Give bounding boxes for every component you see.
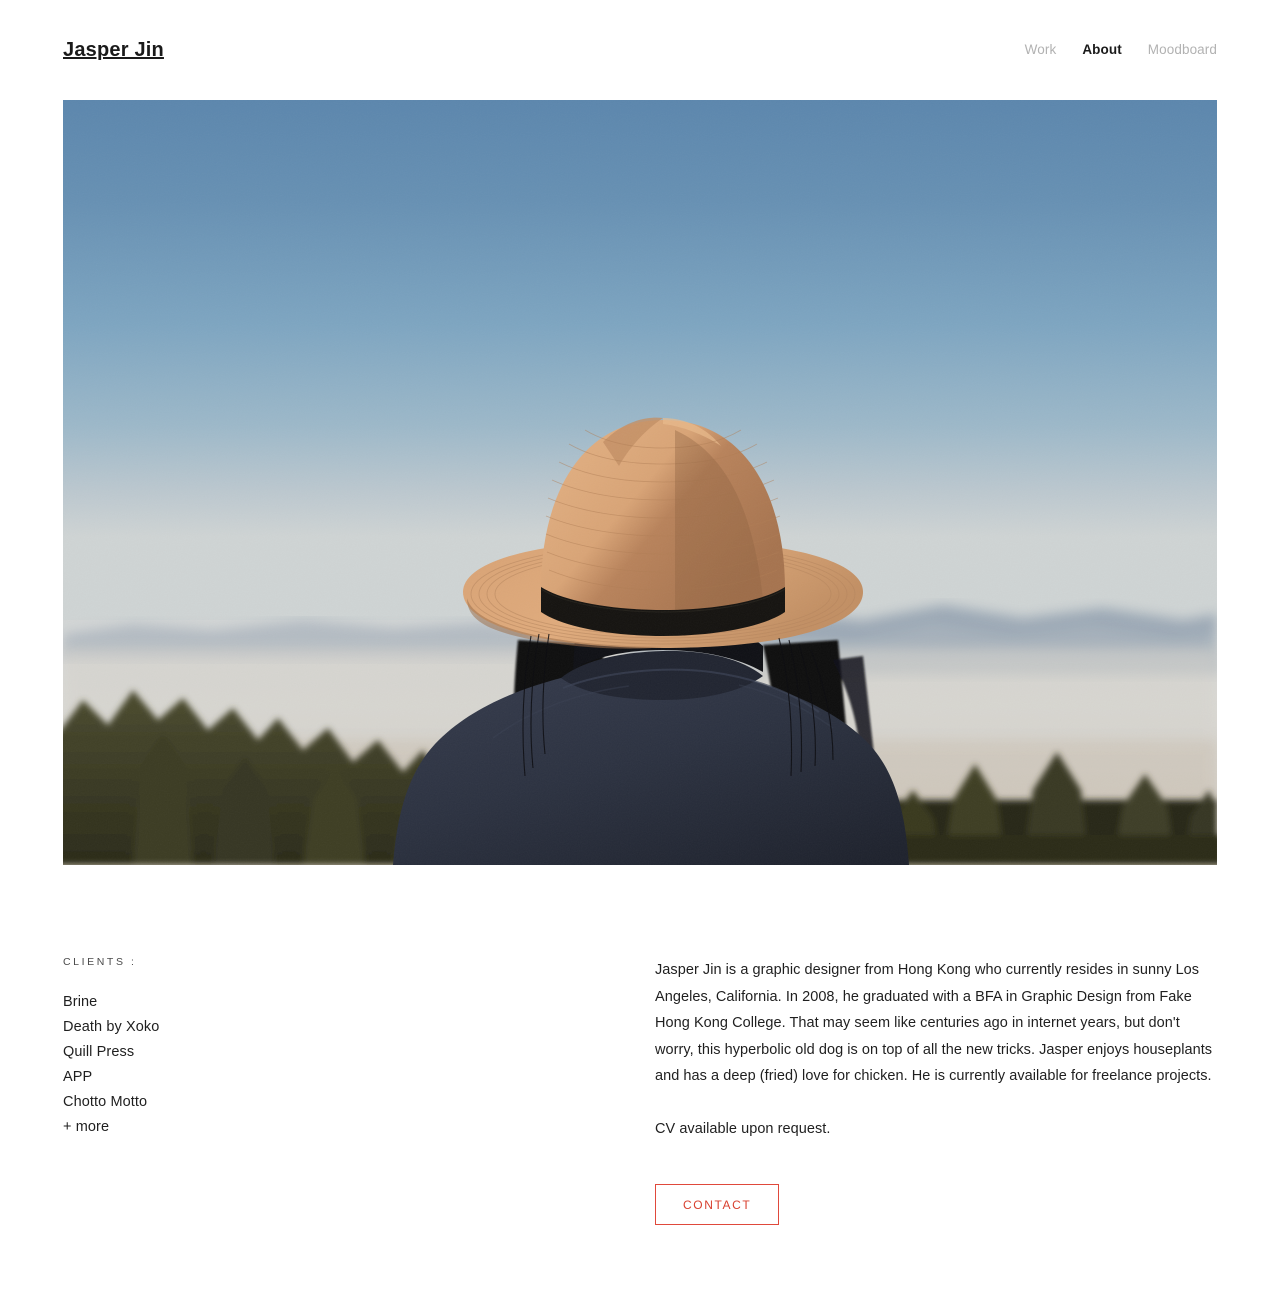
- site-logo[interactable]: Jasper Jin: [63, 40, 164, 60]
- client-item-chotto-motto: Chotto Motto: [63, 1093, 148, 1110]
- site-header: Jasper Jin Work About Moodboard: [0, 0, 1280, 100]
- hero-image: [63, 100, 1217, 865]
- bio-paragraph-main: Jasper Jin is a graphic designer from Ho…: [655, 962, 1213, 1084]
- client-item-death-by-xoko: Death by Xoko: [63, 1018, 160, 1035]
- contact-button-wrapper: CONTACT: [655, 1184, 780, 1225]
- clients-label: CLIENTS :: [63, 956, 137, 968]
- clients-list: Brine Death by Xoko Quill Press APP Chot…: [63, 990, 483, 1140]
- client-item-app: APP: [63, 1068, 93, 1085]
- about-page: Jasper Jin Work About Moodboard CLIENTS …: [0, 0, 1280, 1303]
- hero-illustration: [63, 100, 1217, 865]
- contact-button[interactable]: CONTACT: [655, 1184, 780, 1225]
- nav-item-work[interactable]: Work: [1025, 43, 1057, 57]
- clients-column: CLIENTS : Brine Death by Xoko Quill Pres…: [63, 957, 483, 1140]
- client-item-brine: Brine: [63, 993, 98, 1010]
- bio-column: Jasper Jin is a graphic designer from Ho…: [655, 957, 1217, 1142]
- main-navigation: Work About Moodboard: [1025, 43, 1217, 57]
- client-item-quill-press: Quill Press: [63, 1043, 135, 1060]
- nav-item-about[interactable]: About: [1082, 43, 1121, 57]
- client-item-more[interactable]: + more: [63, 1115, 483, 1140]
- nav-item-moodboard[interactable]: Moodboard: [1148, 43, 1217, 57]
- bio-paragraph-cv: CV available upon request.: [655, 1120, 831, 1137]
